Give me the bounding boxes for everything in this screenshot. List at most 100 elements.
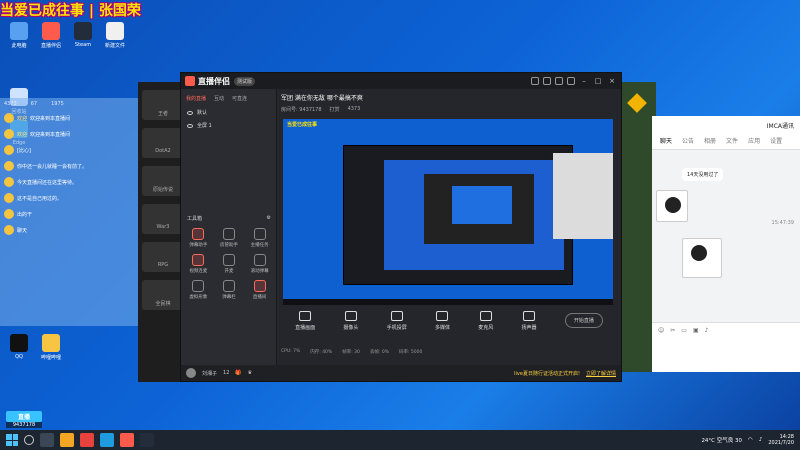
- search-icon[interactable]: [24, 435, 34, 445]
- toolbox-settings-icon[interactable]: ⚙: [267, 215, 271, 222]
- viewer-count: 4373: [347, 106, 361, 112]
- tool-button[interactable]: 弹幕栏: [214, 280, 245, 300]
- control-speaker[interactable]: 扬声器: [522, 311, 537, 331]
- clock-date: 2021/7/20: [768, 440, 794, 446]
- control-label: 多媒体: [434, 325, 450, 331]
- taskbar-app-icon[interactable]: [80, 433, 94, 447]
- scissors-icon[interactable]: ✂: [670, 327, 675, 334]
- minimize-button[interactable]: –: [579, 77, 589, 85]
- stream-preview[interactable]: 当爱已成往事: [283, 119, 613, 305]
- edge-icon[interactable]: [100, 433, 114, 447]
- control-live-screen[interactable]: 直播画面: [295, 311, 315, 331]
- chat-input-area[interactable]: ☺ ✂ ▭ ▣ ♪: [652, 322, 800, 372]
- qq-chat-window[interactable]: IMCA通讯 聊天 公告 相册 文件 应用 设置 14天没用过了 15:47:3…: [652, 116, 800, 372]
- tool-button[interactable]: 弹幕助手: [183, 228, 214, 248]
- game-item[interactable]: 全民棋: [142, 280, 184, 310]
- network-icon[interactable]: ◠: [748, 437, 753, 443]
- tab-interact[interactable]: 互动: [214, 95, 224, 102]
- game-item[interactable]: War3: [142, 204, 184, 234]
- desktop-icon[interactable]: QQ: [4, 334, 34, 360]
- desktop-icon[interactable]: 新建文件: [100, 22, 130, 49]
- control-camera[interactable]: 摄像头: [343, 311, 358, 331]
- tool-button[interactable]: 滚动弹幕: [244, 254, 275, 274]
- tool-button[interactable]: 直播间: [244, 280, 275, 300]
- desktop-icon[interactable]: 哔哩哔哩: [36, 334, 66, 361]
- tab-settings[interactable]: 设置: [770, 136, 782, 145]
- notice-link[interactable]: 立即了解详情: [586, 370, 616, 377]
- tool-button[interactable]: 视频连麦: [183, 254, 214, 274]
- image-icon[interactable]: ▣: [693, 327, 699, 334]
- chat-stat: 67: [30, 101, 38, 107]
- tool-button[interactable]: 开麦: [214, 254, 245, 274]
- weather-text[interactable]: 24°C 空气良 30: [701, 436, 742, 444]
- app-icon: [42, 334, 60, 352]
- tool-icon: [222, 228, 235, 240]
- tab-album[interactable]: 相册: [704, 136, 716, 145]
- game-item[interactable]: DotA2: [142, 128, 184, 158]
- tab-notice[interactable]: 公告: [682, 136, 694, 145]
- game-item[interactable]: 王者: [142, 90, 184, 120]
- mic-icon[interactable]: ♪: [705, 327, 709, 334]
- scene-item[interactable]: 默认: [181, 106, 276, 119]
- media-icon: [436, 311, 449, 321]
- start-live-button[interactable]: 开始直播: [564, 313, 603, 328]
- app-logo-icon: [185, 76, 195, 86]
- user-name[interactable]: 刘湘子: [202, 370, 217, 377]
- eye-icon[interactable]: [187, 110, 193, 115]
- tool-button[interactable]: 虚拟形象: [183, 280, 214, 300]
- preview-chat-window: [553, 153, 613, 239]
- background-window[interactable]: [620, 82, 656, 372]
- chat-stats: 4373 67 1975: [0, 98, 138, 110]
- desktop-icon[interactable]: 直播伴侣: [36, 22, 66, 49]
- game-item[interactable]: 原始传说: [142, 166, 184, 196]
- streaming-app-icon[interactable]: [120, 433, 134, 447]
- steam-icon[interactable]: [140, 433, 154, 447]
- tool-button[interactable]: 主播任务: [244, 228, 275, 248]
- task-view-icon[interactable]: [40, 433, 54, 447]
- explorer-icon[interactable]: [60, 433, 74, 447]
- diamond-icon: [627, 93, 647, 113]
- tool-button[interactable]: 房管助手: [214, 228, 245, 248]
- desktop-icon-label: 此电脑: [11, 43, 27, 49]
- message-icon[interactable]: [543, 77, 551, 85]
- streaming-app-window[interactable]: 直播伴侣 测试版 – □ × 我的直播 互动 可直连 默认 全屏 1 工具箱 ⚙: [180, 72, 622, 382]
- meme-image[interactable]: [682, 238, 722, 278]
- desktop-icon[interactable]: 此电脑: [4, 22, 34, 49]
- tab-chat[interactable]: 聊天: [660, 136, 672, 145]
- monitor-icon: [299, 311, 312, 321]
- gift-icon[interactable]: 🎁: [235, 370, 241, 376]
- maximize-button[interactable]: □: [593, 77, 603, 85]
- skin-icon[interactable]: [531, 77, 539, 85]
- control-microphone[interactable]: 麦克风: [478, 311, 493, 331]
- clock[interactable]: 14:28 2021/7/20: [768, 434, 794, 446]
- tab-connect[interactable]: 可直连: [232, 95, 247, 102]
- volume-icon[interactable]: ♪: [759, 437, 763, 443]
- perf-stat: 帧率: 30: [342, 350, 360, 355]
- game-item[interactable]: RPG: [142, 242, 184, 272]
- control-phone-cast[interactable]: 手机投屏: [387, 311, 407, 331]
- eye-icon[interactable]: [187, 123, 193, 128]
- menu-icon[interactable]: [567, 77, 575, 85]
- settings-icon[interactable]: [555, 77, 563, 85]
- tab-apps[interactable]: 应用: [748, 136, 760, 145]
- emoji-icon[interactable]: ☺: [658, 327, 664, 334]
- control-media[interactable]: 多媒体: [435, 311, 450, 331]
- tool-label: 滚动弹幕: [250, 269, 269, 274]
- control-label: 摄像头: [343, 325, 359, 331]
- avatar[interactable]: [186, 368, 196, 378]
- close-button[interactable]: ×: [607, 77, 617, 85]
- scene-item[interactable]: 全屏 1: [181, 119, 276, 132]
- live-title[interactable]: 军团 满在你无敌 哪个最搞不爽: [281, 93, 611, 102]
- avatar: [4, 161, 14, 171]
- meme-image[interactable]: [656, 190, 688, 222]
- tool-icon: [253, 254, 266, 266]
- desktop-icon[interactable]: Steam: [68, 22, 98, 48]
- folder-icon[interactable]: ▭: [681, 327, 687, 334]
- tab-my-live[interactable]: 我的直播: [186, 95, 206, 102]
- crown-icon[interactable]: ♛: [248, 370, 252, 376]
- tab-files[interactable]: 文件: [726, 136, 738, 145]
- chat-window-tabs: 聊天 公告 相册 文件 应用 设置: [652, 132, 800, 150]
- fans-count: 12: [223, 370, 230, 376]
- start-button[interactable]: [6, 434, 18, 446]
- desktop-icon-label: QQ: [15, 354, 23, 360]
